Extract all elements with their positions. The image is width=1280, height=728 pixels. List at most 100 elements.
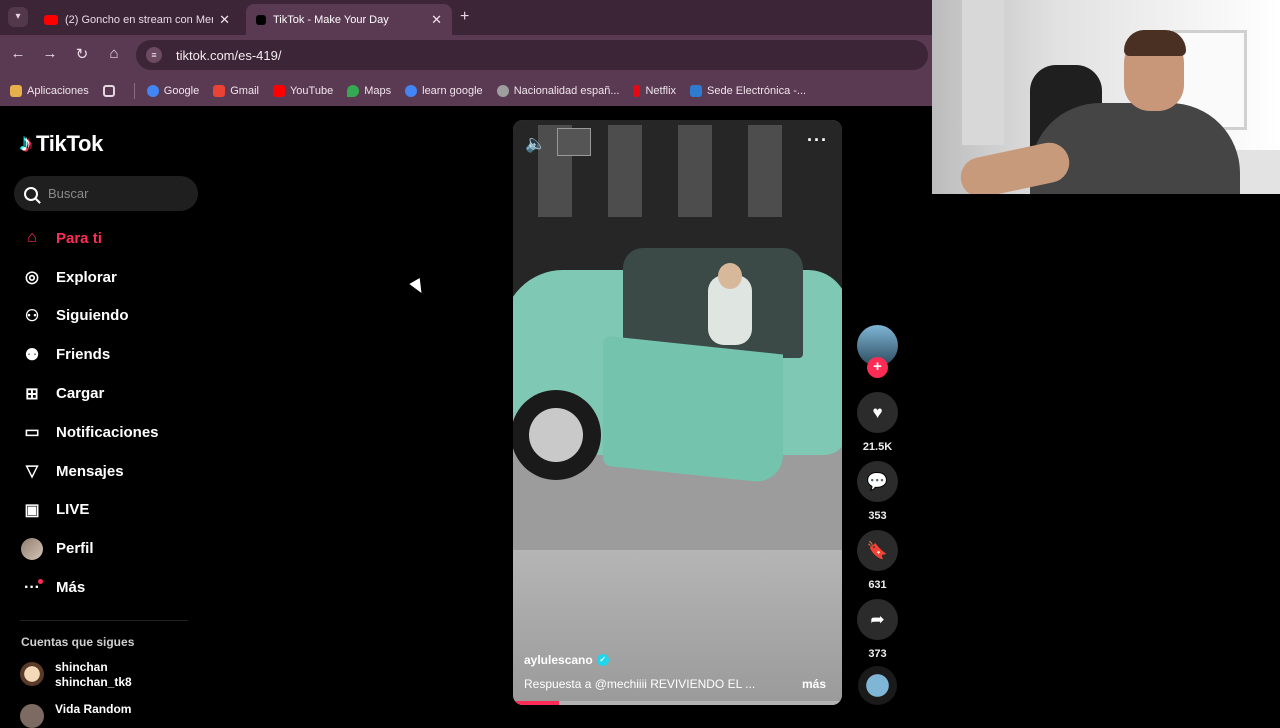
more-options-icon[interactable]: ··· [807, 130, 828, 151]
nav-label: Notificaciones [56, 423, 159, 441]
video-sticker [557, 128, 591, 156]
account-avatar [20, 662, 44, 686]
like-count: 21.5K [862, 441, 893, 453]
share-icon[interactable]: ➦ [857, 599, 898, 640]
comment-action[interactable]: 💬 353 [857, 461, 898, 522]
tiktok-favicon-icon [256, 14, 266, 25]
video-author[interactable]: aylulescano ✓ [524, 653, 609, 667]
bookmark-nacionalidad[interactable]: Nacionalidad españ... [496, 85, 620, 97]
notifications-icon: ▭ [24, 424, 40, 442]
comment-icon[interactable]: 💬 [857, 461, 898, 502]
search-input[interactable] [48, 186, 178, 201]
volume-icon[interactable]: 🔈 [525, 134, 546, 154]
nav-item-cargar[interactable]: ⊞ Cargar [20, 374, 200, 413]
bookmark-label: learn google [422, 85, 483, 97]
url-text: tiktok.com/es-419/ [176, 47, 282, 63]
google-icon [146, 85, 159, 97]
nav-item-explorar[interactable]: ◎ Explorar [20, 258, 200, 297]
account-name: shinchan [55, 660, 108, 674]
bookmark-youtube[interactable]: YouTube [272, 85, 334, 97]
tiktok-logo[interactable]: ♪ TikTok [20, 130, 103, 158]
nav-label: LIVE [56, 501, 90, 519]
bookmark-google[interactable]: Google [146, 85, 199, 97]
tab-title: (2) Goncho en stream con Mer [65, 13, 214, 26]
apps-grid-icon [10, 85, 22, 97]
save-action[interactable]: 🔖 631 [857, 530, 898, 591]
tab-search-button[interactable]: ▾ [8, 7, 28, 27]
verified-badge-icon: ✓ [596, 654, 609, 666]
bookmark-label: Aplicaciones [27, 85, 89, 97]
youtube-icon [272, 85, 285, 97]
reload-icon[interactable]: ↻ [72, 45, 92, 63]
browser-toolbar: ← → ↻ ⌂ ≡ tiktok.com/es-419/ [0, 35, 932, 76]
nav-item-para-ti[interactable]: ⌂ Para ti [20, 219, 200, 258]
tiktok-note-icon: ♪ [20, 130, 32, 157]
browser-tab-tiktok[interactable]: TikTok - Make Your Day ✕ [246, 4, 452, 35]
nav-label: Siguiendo [56, 307, 129, 325]
webcam-person-hair [1124, 30, 1186, 56]
bookmark-label: Nacionalidad españ... [513, 85, 620, 97]
account-name: Vida Random [55, 702, 132, 716]
music-disc-icon[interactable] [858, 666, 897, 705]
nav-item-live[interactable]: ▣ LIVE [20, 491, 200, 530]
bookmark-icon[interactable]: 🔖 [857, 530, 898, 571]
video-car-door [603, 335, 783, 485]
heart-icon[interactable]: ♥ [857, 392, 898, 433]
bookmark-learn-google[interactable]: learn google [405, 85, 483, 97]
address-bar[interactable]: ≡ tiktok.com/es-419/ [136, 40, 928, 70]
bookmark-label: Maps [364, 85, 392, 97]
back-arrow-icon[interactable]: ← [8, 45, 28, 62]
comment-count: 353 [868, 510, 887, 522]
globe-icon [496, 85, 509, 97]
sede-icon [690, 85, 703, 97]
bus-window [678, 125, 712, 217]
friends-icon: ⚉ [24, 346, 40, 364]
nav-item-mas[interactable]: ··· Más [20, 568, 200, 607]
bookmark-maps[interactable]: Maps [347, 85, 391, 97]
following-account[interactable]: shinchan shinchan_tk8 [20, 660, 132, 690]
like-action[interactable]: ♥ 21.5K [857, 392, 898, 453]
bookmark-gmail[interactable]: Gmail [213, 85, 259, 97]
sidebar-nav: ⌂ Para ti ◎ Explorar ⚇ Siguiendo ⚉ Frien… [20, 219, 200, 607]
video-player[interactable]: 🔈 ··· aylulescano ✓ Respuesta a @mechiii… [513, 120, 842, 705]
following-icon: ⚇ [24, 307, 40, 325]
new-tab-button[interactable]: + [460, 8, 469, 26]
video-progress-bar[interactable] [513, 701, 842, 705]
bookmark-netflix[interactable]: Netflix [633, 85, 676, 97]
site-info-icon[interactable]: ≡ [146, 47, 162, 63]
close-tab-icon[interactable]: ✕ [431, 12, 442, 28]
search-box[interactable] [14, 176, 198, 211]
google-icon [405, 85, 418, 97]
forward-arrow-icon[interactable]: → [40, 45, 60, 62]
nav-item-notificaciones[interactable]: ▭ Notificaciones [20, 413, 200, 452]
nav-label: Más [56, 579, 86, 597]
nav-item-perfil[interactable]: Perfil [20, 529, 200, 568]
youtube-favicon-icon [44, 14, 58, 25]
bookmark-separator [133, 83, 135, 99]
live-icon: ▣ [24, 501, 40, 519]
following-account[interactable]: Vida Random [20, 702, 131, 728]
nav-item-mensajes[interactable]: ▽ Mensajes [20, 452, 200, 491]
bookmark-label: YouTube [289, 85, 334, 97]
share-action[interactable]: ➦ 373 [857, 599, 898, 660]
following-section-title: Cuentas que sigues [21, 635, 135, 649]
netflix-icon [633, 85, 641, 97]
home-button-icon[interactable]: ⌂ [104, 45, 124, 62]
bookmark-sede[interactable]: Sede Electrónica -... [690, 85, 806, 97]
maps-pin-icon [347, 85, 360, 97]
close-tab-icon[interactable]: ✕ [219, 12, 230, 28]
all-bookmarks-grid[interactable] [102, 85, 120, 97]
webcam-curtain [962, 0, 1004, 145]
caption-more-link[interactable]: más [802, 677, 826, 691]
messages-icon: ▽ [25, 463, 39, 481]
video-caption: Respuesta a @mechiiii REVIVIENDO EL ... [524, 677, 756, 691]
bookmark-label: Gmail [230, 85, 259, 97]
bookmark-apps[interactable]: Aplicaciones [10, 85, 89, 97]
video-username: aylulescano [524, 653, 593, 667]
follow-plus-icon[interactable]: + [867, 357, 888, 378]
nav-item-siguiendo[interactable]: ⚇ Siguiendo [20, 297, 200, 336]
bus-window [748, 125, 782, 217]
nav-item-friends[interactable]: ⚉ Friends [20, 335, 200, 374]
browser-tab-youtube[interactable]: (2) Goncho en stream con Mer ✕ [34, 4, 240, 35]
gmail-icon [213, 85, 226, 97]
